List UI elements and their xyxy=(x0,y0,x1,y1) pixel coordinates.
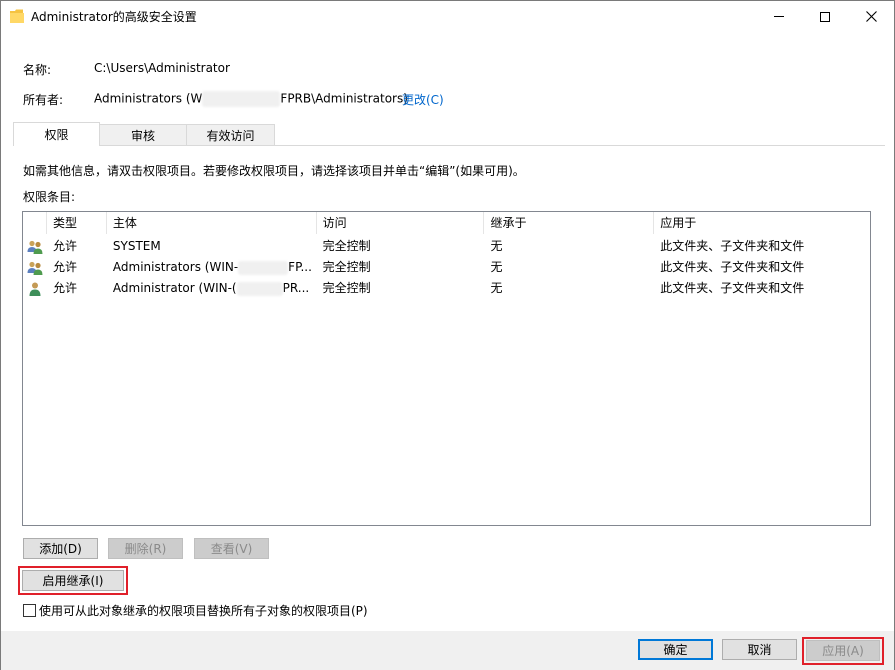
user-icon xyxy=(29,282,41,296)
group-icon xyxy=(27,240,43,254)
title-bar[interactable]: Administrator的高级安全设置 xyxy=(1,1,894,32)
column-access[interactable]: 访问 xyxy=(317,212,485,234)
row-inherited-from: 无 xyxy=(490,239,503,253)
add-button[interactable]: 添加(D) xyxy=(23,538,98,559)
folder-icon xyxy=(10,8,24,24)
apply-button[interactable]: 应用(A) xyxy=(806,640,880,661)
row-applies-to: 此文件夹、子文件夹和文件 xyxy=(660,239,805,253)
row-applies-to: 此文件夹、子文件夹和文件 xyxy=(660,281,805,295)
owner-prefix: Administrators (W xyxy=(94,91,203,106)
main-panel: 名称: C:\Users\Administrator 所有者: Administ… xyxy=(10,46,888,631)
replace-child-permissions-label[interactable]: 使用可从此对象继承的权限项目替换所有子对象的权限项目(P) xyxy=(39,602,368,619)
redacted-mask xyxy=(238,260,289,275)
row-icon-cell xyxy=(23,236,47,257)
ok-button[interactable]: 确定 xyxy=(638,639,713,660)
table-row[interactable]: 允许 Administrator (WIN-( PR... 完全控制 无 此文件夹… xyxy=(23,278,870,299)
view-button[interactable]: 查看(V) xyxy=(194,538,269,559)
column-type[interactable]: 类型 xyxy=(47,212,107,234)
row-principal: SYSTEM xyxy=(112,239,161,253)
row-icon-cell xyxy=(23,257,47,278)
row-applies-to: 此文件夹、子文件夹和文件 xyxy=(660,260,805,274)
row-inherited-from: 无 xyxy=(490,260,503,274)
row-icon-cell xyxy=(23,278,47,299)
advanced-security-window: Administrator的高级安全设置 名称: C:\Users\Admini… xyxy=(0,0,895,670)
row-principal: Administrator (WIN-( PR... xyxy=(107,278,317,299)
minimize-icon xyxy=(774,16,784,17)
row-principal-prefix: Administrators (WIN- xyxy=(112,260,239,274)
owner-label: 所有者: xyxy=(23,93,64,107)
table-row[interactable]: 允许 SYSTEM 完全控制 无 此文件夹、子文件夹和文件 xyxy=(23,236,870,257)
permissions-info-text: 如需其他信息，请双击权限项目。若要修改权限项目，请选择该项目并单击“编辑”(如果… xyxy=(23,164,525,178)
column-inherited-from[interactable]: 继承于 xyxy=(484,212,655,234)
column-applies-to[interactable]: 应用于 xyxy=(654,212,870,234)
permission-entries-label: 权限条目: xyxy=(23,190,76,204)
redacted-mask xyxy=(202,91,281,107)
row-inherited-from: 无 xyxy=(490,281,503,295)
minimize-button[interactable] xyxy=(756,1,802,32)
maximize-button[interactable] xyxy=(802,1,848,32)
row-type: 允许 xyxy=(52,260,77,274)
owner-value: Administrators (W FPRB\Administrators) xyxy=(94,91,408,107)
list-header: 类型 主体 访问 继承于 应用于 xyxy=(23,212,870,234)
row-principal: Administrators (WIN- FP... xyxy=(107,257,317,278)
dialog-footer: 确定 取消 应用(A) xyxy=(1,631,894,670)
name-label: 名称: xyxy=(23,63,52,77)
owner-suffix: FPRB\Administrators) xyxy=(280,91,408,106)
row-access: 完全控制 xyxy=(322,281,371,295)
permission-entries-list[interactable]: 类型 主体 访问 继承于 应用于 允许 SYSTEM 完全控制 无 此文件夹、子… xyxy=(22,211,871,526)
table-row[interactable]: 允许 Administrators (WIN- FP... 完全控制 无 此文件夹… xyxy=(23,257,870,278)
window-title: Administrator的高级安全设置 xyxy=(31,10,197,24)
tab-permissions[interactable]: 权限 xyxy=(13,122,100,146)
change-owner-link[interactable]: 更改(C) xyxy=(402,91,444,108)
maximize-icon xyxy=(820,11,830,22)
name-value: C:\Users\Administrator xyxy=(94,61,230,75)
cancel-button[interactable]: 取消 xyxy=(722,639,797,660)
remove-button[interactable]: 删除(R) xyxy=(108,538,183,559)
column-icon[interactable] xyxy=(23,212,47,234)
tab-auditing[interactable]: 审核 xyxy=(99,124,187,146)
row-principal-suffix: PR... xyxy=(282,281,310,295)
close-icon xyxy=(865,11,877,22)
tab-strip: 权限 审核 有效访问 xyxy=(13,122,275,146)
permissions-tab-content: 如需其他信息，请双击权限项目。若要修改权限项目，请选择该项目并单击“编辑”(如果… xyxy=(13,145,885,631)
replace-child-permissions-checkbox[interactable] xyxy=(23,604,36,617)
row-principal-suffix: FP... xyxy=(288,260,312,274)
enable-inheritance-button[interactable]: 启用继承(I) xyxy=(22,570,124,591)
row-principal-prefix: Administrator (WIN-( xyxy=(112,281,237,295)
column-principal[interactable]: 主体 xyxy=(107,212,317,234)
row-access: 完全控制 xyxy=(322,239,371,253)
close-button[interactable] xyxy=(848,1,894,32)
group-icon xyxy=(27,261,43,275)
row-access: 完全控制 xyxy=(322,260,371,274)
row-type: 允许 xyxy=(52,239,77,253)
redacted-mask xyxy=(236,281,283,296)
tab-effective-access[interactable]: 有效访问 xyxy=(186,124,275,146)
row-type: 允许 xyxy=(52,281,77,295)
